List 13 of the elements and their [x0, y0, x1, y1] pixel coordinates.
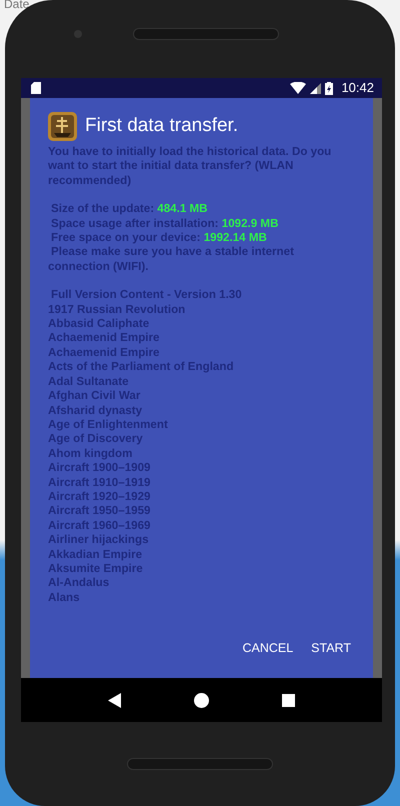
menu-text: Date — [4, 0, 30, 13]
back-icon[interactable] — [108, 692, 121, 708]
home-icon[interactable] — [194, 692, 209, 708]
app-icon — [48, 112, 77, 141]
wifi-icon — [290, 82, 306, 94]
signal-icon — [310, 82, 322, 94]
cancel-button[interactable]: CANCEL — [238, 635, 298, 662]
recents-icon[interactable] — [282, 694, 296, 706]
start-button[interactable]: START — [307, 635, 355, 662]
dialog-title: First data transfer. — [85, 114, 238, 138]
sd-card-icon — [31, 82, 41, 94]
battery-icon — [325, 82, 334, 94]
clock: 10:42 — [341, 79, 374, 98]
